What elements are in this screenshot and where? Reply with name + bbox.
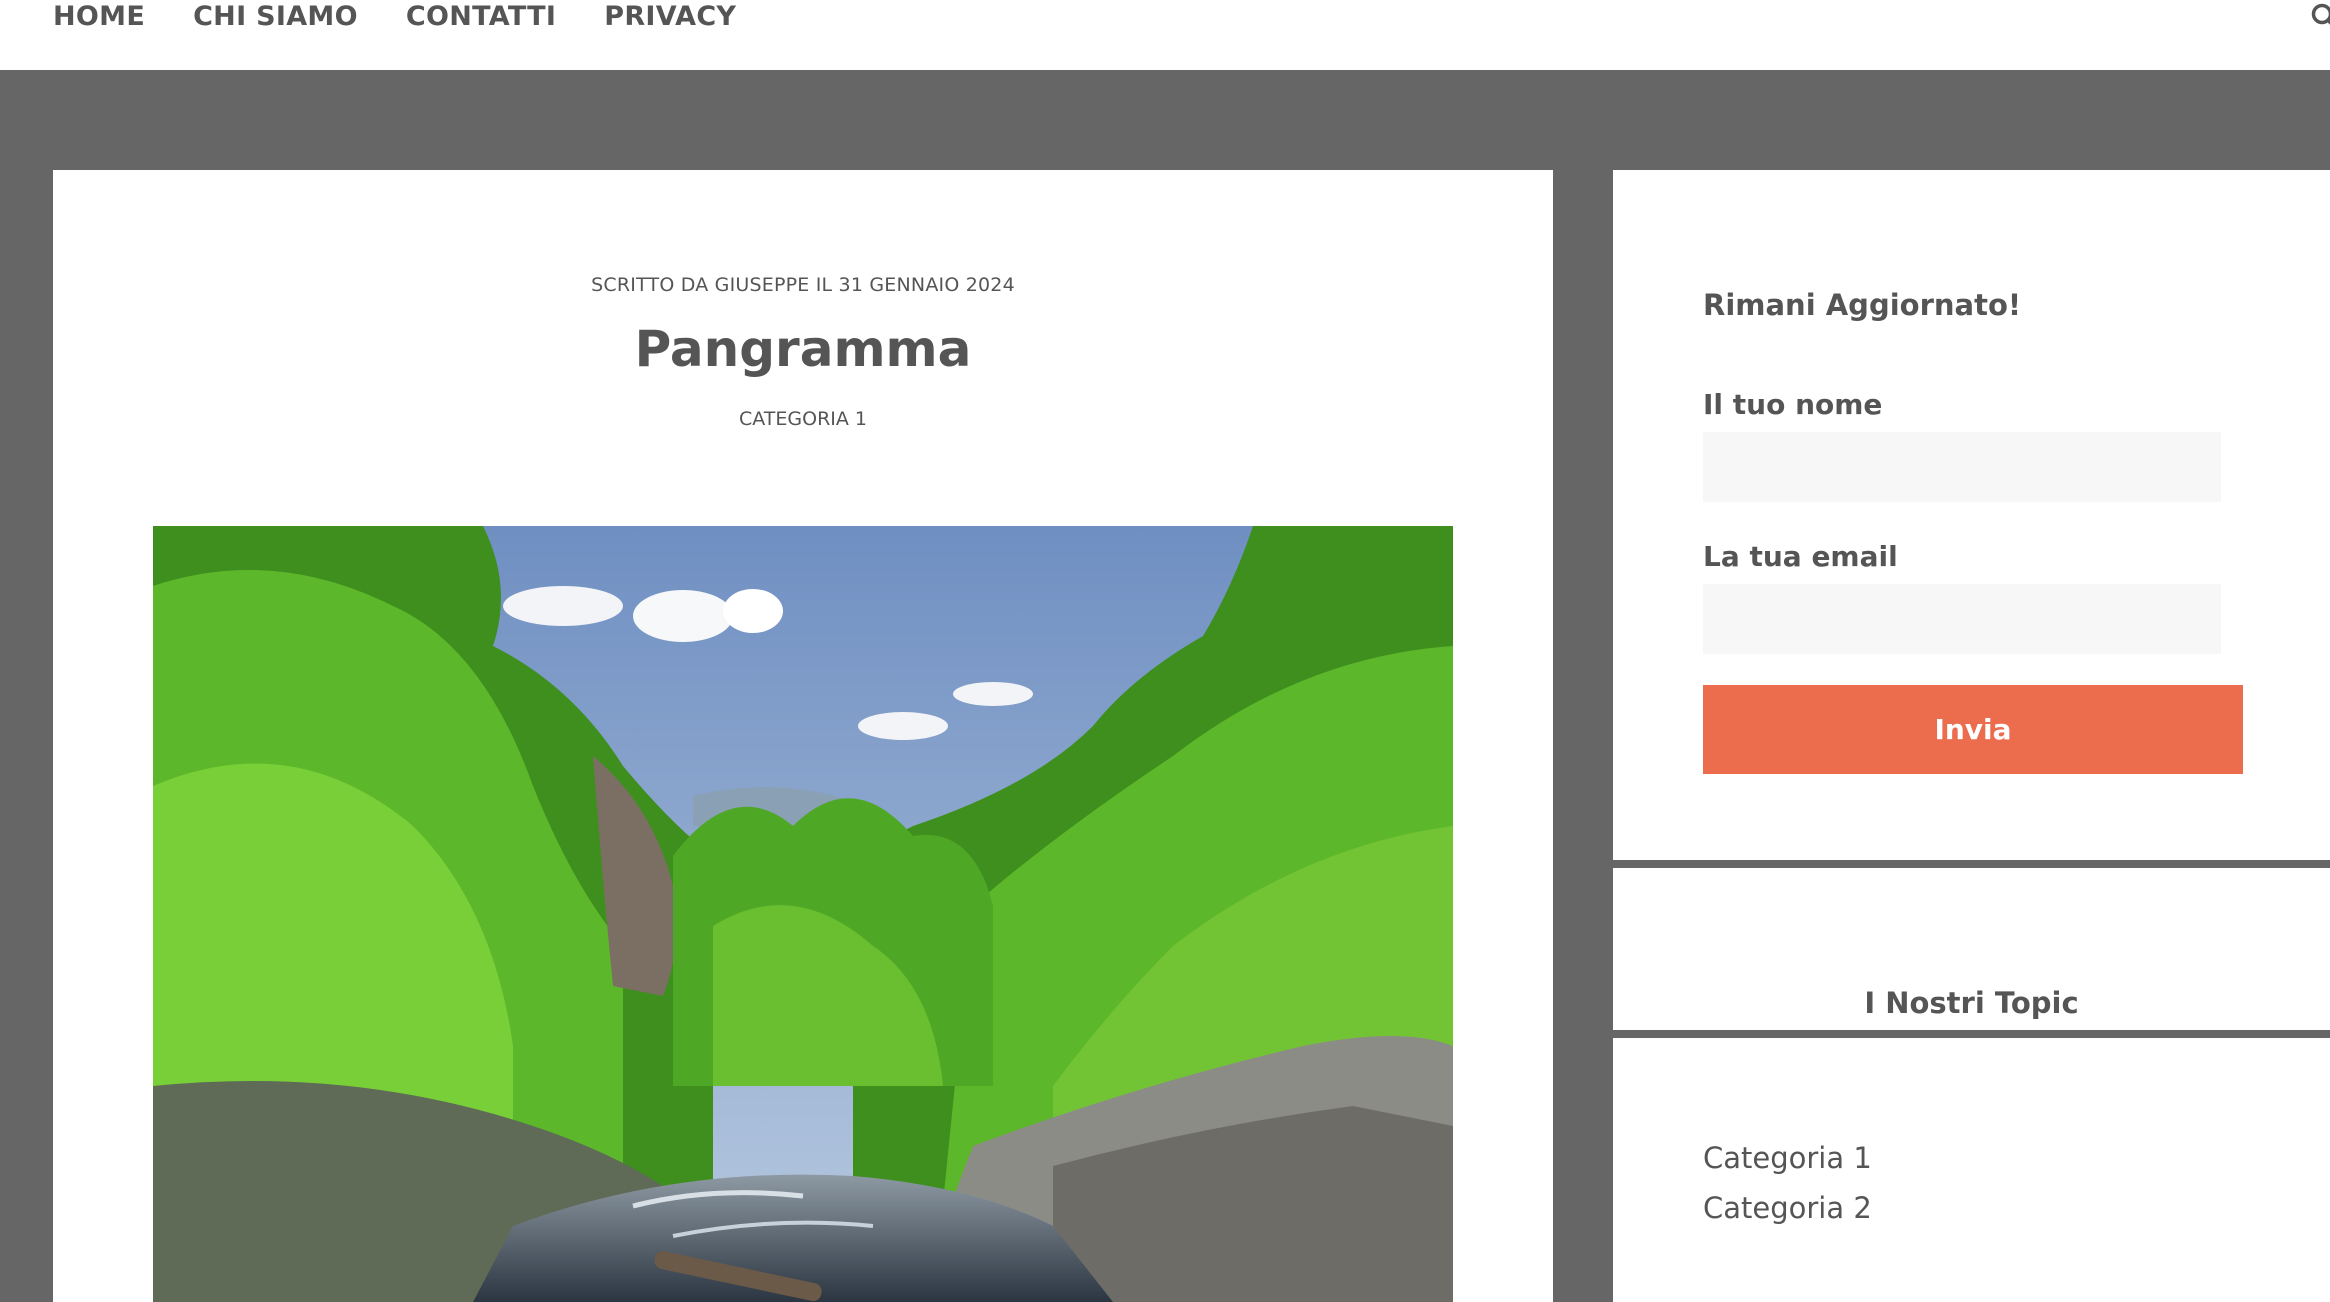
featured-image	[153, 526, 1453, 1302]
nav-item-contatti[interactable]: CONTATTI	[406, 0, 556, 34]
topic-list-item: Categoria 1	[1703, 1133, 1872, 1183]
name-field-label: Il tuo nome	[1703, 388, 1883, 421]
topics-title: I Nostri Topic	[1864, 986, 2079, 1020]
topic-list: Categoria 1 Categoria 2	[1703, 1133, 1872, 1233]
top-navigation-bar: HOME CHI SIAMO CONTATTI PRIVACY	[0, 0, 2330, 70]
main-nav: HOME CHI SIAMO CONTATTI PRIVACY	[53, 0, 784, 34]
topic-link-categoria-1[interactable]: Categoria 1	[1703, 1133, 1872, 1183]
topics-list-widget: Categoria 1 Categoria 2	[1613, 1038, 2330, 1302]
name-field[interactable]	[1703, 432, 2221, 502]
email-field[interactable]	[1703, 584, 2221, 654]
article-card: SCRITTO DA GIUSEPPE IL 31 GENNAIO 2024 P…	[53, 170, 1553, 1302]
nav-item-privacy[interactable]: PRIVACY	[604, 0, 736, 34]
nav-item-home[interactable]: HOME	[53, 0, 145, 34]
nav-item-chi-siamo[interactable]: CHI SIAMO	[193, 0, 358, 34]
topic-list-item: Categoria 2	[1703, 1183, 1872, 1233]
subscribe-widget: Rimani Aggiornato! Il tuo nome La tua em…	[1613, 170, 2330, 860]
topics-heading-widget: I Nostri Topic	[1613, 868, 2330, 1030]
subscribe-title: Rimani Aggiornato!	[1703, 288, 2022, 322]
article-meta: SCRITTO DA GIUSEPPE IL 31 GENNAIO 2024	[591, 274, 1015, 296]
email-field-label: La tua email	[1703, 540, 1898, 573]
submit-button[interactable]: Invia	[1703, 685, 2243, 774]
search-icon[interactable]	[2310, 2, 2330, 32]
article-category-link[interactable]: CATEGORIA 1	[53, 408, 1553, 430]
topic-link-categoria-2[interactable]: Categoria 2	[1703, 1183, 1872, 1233]
article-title: Pangramma	[634, 320, 972, 378]
